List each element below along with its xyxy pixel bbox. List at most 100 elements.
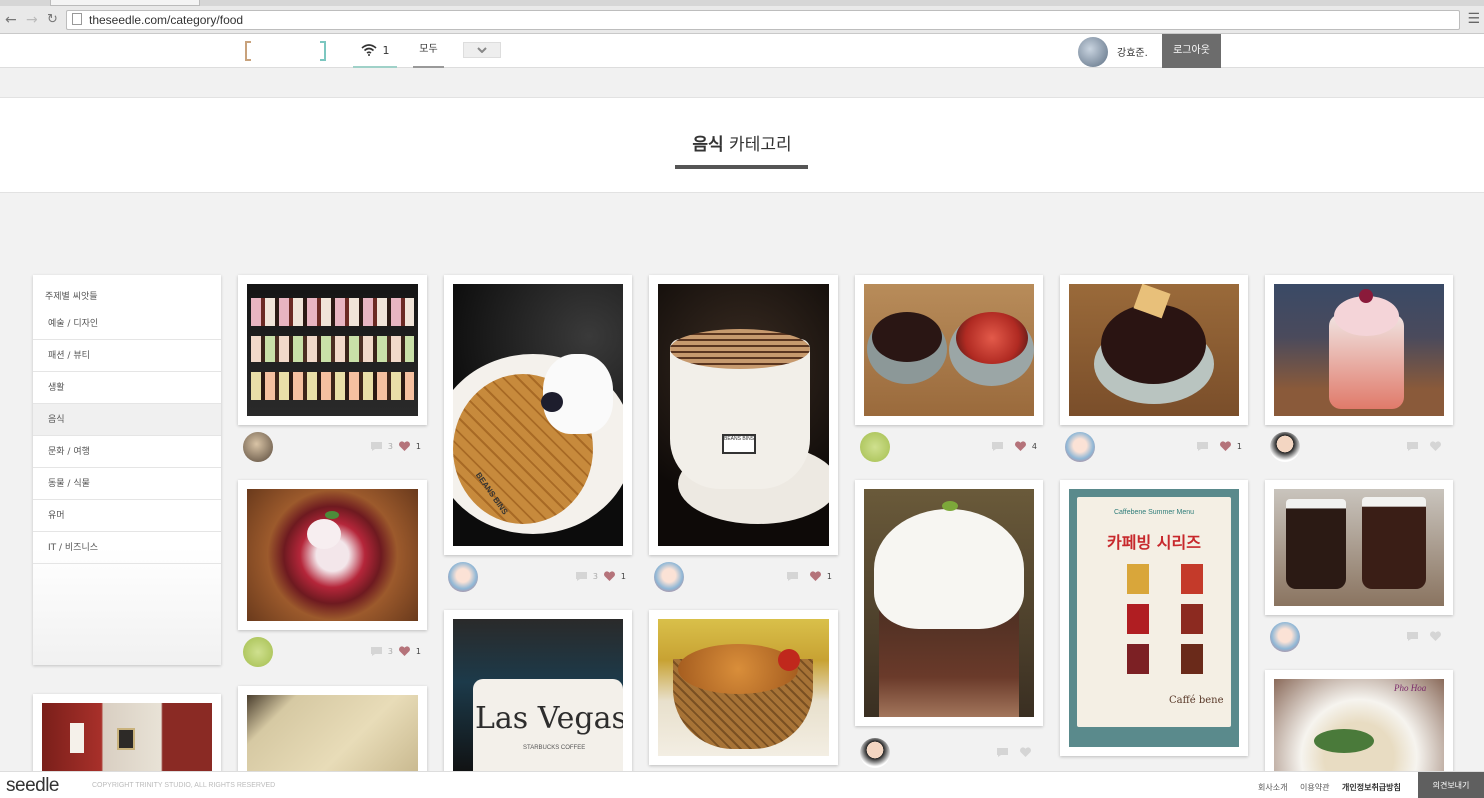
- comment-icon[interactable]: [991, 441, 1004, 452]
- feed-tab[interactable]: 1: [353, 34, 397, 68]
- logout-button[interactable]: 로그아웃: [1162, 34, 1221, 68]
- post-card[interactable]: [855, 480, 1043, 726]
- post-card[interactable]: Las Vegas STARBUCKS COFFEE: [444, 610, 632, 786]
- post-card[interactable]: BEANS BINS: [444, 275, 632, 555]
- post-stats: [1406, 441, 1447, 452]
- window-shape: [70, 723, 84, 753]
- post-card[interactable]: [855, 275, 1043, 425]
- comment-icon[interactable]: [996, 747, 1009, 758]
- heart-icon[interactable]: [1429, 631, 1442, 642]
- heart-icon[interactable]: [398, 646, 411, 657]
- post-meta: [1270, 432, 1453, 462]
- username[interactable]: 강효준.: [1117, 44, 1148, 59]
- footer-link-privacy[interactable]: 개인정보취급방침: [1342, 782, 1401, 793]
- post-photo[interactable]: Caffebene Summer Menu 카페빙 시리즈 Caffé bene: [1069, 489, 1239, 747]
- comment-icon[interactable]: [575, 571, 588, 582]
- sidebar-item-humor[interactable]: 유머: [33, 500, 221, 532]
- like-count: 1: [826, 572, 832, 581]
- comment-icon[interactable]: [370, 646, 383, 657]
- post-photo[interactable]: [247, 284, 418, 416]
- post-card[interactable]: [238, 480, 427, 630]
- sidebar-item-fashion-beauty[interactable]: 패션 / 뷰티: [33, 340, 221, 372]
- sidebar-item-food[interactable]: 음식: [33, 404, 221, 436]
- post-card[interactable]: [1265, 480, 1453, 615]
- post-photo[interactable]: [42, 703, 212, 775]
- logo-left-bracket[interactable]: [245, 41, 251, 61]
- post-photo[interactable]: [864, 489, 1034, 717]
- post-photo[interactable]: [658, 619, 829, 756]
- post-card[interactable]: [649, 610, 838, 765]
- comment-icon[interactable]: [786, 571, 799, 582]
- post-photo[interactable]: [247, 695, 418, 777]
- menu-icon[interactable]: ☰: [1467, 11, 1480, 27]
- comment-icon[interactable]: [1406, 631, 1419, 642]
- avatar[interactable]: [1065, 432, 1095, 462]
- post-meta: 1: [654, 562, 838, 592]
- sidebar-item-living[interactable]: 생활: [33, 372, 221, 404]
- post-card[interactable]: [1060, 275, 1248, 425]
- category-banner: 음식 카테고리: [0, 98, 1484, 193]
- heart-icon[interactable]: [809, 571, 822, 582]
- tab-all[interactable]: 모두: [413, 34, 444, 68]
- post-meta: 3 1: [243, 637, 427, 667]
- post-stats: 1: [786, 571, 832, 582]
- back-icon[interactable]: ←: [5, 12, 17, 28]
- post-photo[interactable]: [1069, 284, 1239, 416]
- post-photo[interactable]: [1274, 489, 1444, 606]
- post-photo[interactable]: [247, 489, 418, 621]
- feedback-button[interactable]: 의견보내기: [1418, 772, 1484, 798]
- comment-icon[interactable]: [1406, 441, 1419, 452]
- drink: [1181, 564, 1203, 594]
- avatar[interactable]: [860, 738, 890, 768]
- post-photo[interactable]: Las Vegas STARBUCKS COFFEE: [453, 619, 623, 777]
- footer-logo[interactable]: seedle: [6, 775, 60, 797]
- red-beans: [1101, 304, 1206, 384]
- heart-icon[interactable]: [1429, 441, 1442, 452]
- avatar[interactable]: [1078, 37, 1108, 67]
- sidebar-title: 주제별 씨앗들: [45, 292, 98, 302]
- heart-icon[interactable]: [1014, 441, 1027, 452]
- avatar[interactable]: [243, 637, 273, 667]
- browser-tab[interactable]: [50, 0, 200, 6]
- latte-art: [670, 329, 810, 369]
- post-card[interactable]: [238, 275, 427, 425]
- forward-icon[interactable]: →: [26, 12, 38, 28]
- comment-icon[interactable]: [370, 441, 383, 452]
- avatar[interactable]: [1270, 622, 1300, 652]
- avatar[interactable]: [1270, 432, 1300, 462]
- avatar[interactable]: [448, 562, 478, 592]
- post-photo[interactable]: [1274, 284, 1444, 416]
- avatar[interactable]: [860, 432, 890, 462]
- post-card[interactable]: Pho Hoa: [1265, 670, 1453, 786]
- avatar[interactable]: [243, 432, 273, 462]
- sidebar-item-art-design[interactable]: 예술 / 디자인: [33, 308, 221, 340]
- post-photo[interactable]: BEANS BINS: [453, 284, 623, 546]
- comment-icon[interactable]: [1196, 441, 1209, 452]
- heart-icon[interactable]: [1019, 747, 1032, 758]
- post-photo[interactable]: [864, 284, 1034, 416]
- post-card[interactable]: Caffebene Summer Menu 카페빙 시리즈 Caffé bene: [1060, 480, 1248, 756]
- address-bar[interactable]: theseedle.com/category/food: [66, 10, 1460, 30]
- post-stats: 3 1: [370, 646, 421, 657]
- logo-right-bracket[interactable]: [320, 41, 326, 61]
- category-sidebar: 주제별 씨앗들 예술 / 디자인 패션 / 뷰티 생활 음식 문화 / 여행 동…: [33, 275, 221, 665]
- filter-dropdown[interactable]: [463, 42, 501, 58]
- sidebar-item-culture-travel[interactable]: 문화 / 여행: [33, 436, 221, 468]
- iced-coffee: [1362, 497, 1426, 589]
- reload-icon[interactable]: ↻: [47, 12, 58, 27]
- heart-icon[interactable]: [398, 441, 411, 452]
- post-card[interactable]: BEANS BINS: [649, 275, 838, 555]
- post-photo[interactable]: Pho Hoa: [1274, 679, 1444, 777]
- post-stats: 4: [991, 441, 1037, 452]
- drink: [1127, 564, 1149, 594]
- post-card[interactable]: [1265, 275, 1453, 425]
- footer-link-about[interactable]: 회사소개: [1258, 782, 1287, 793]
- avatar[interactable]: [654, 562, 684, 592]
- cupcake-row: [251, 298, 414, 326]
- heart-icon[interactable]: [1219, 441, 1232, 452]
- sidebar-item-animals-plants[interactable]: 동물 / 식물: [33, 468, 221, 500]
- heart-icon[interactable]: [603, 571, 616, 582]
- post-photo[interactable]: BEANS BINS: [658, 284, 829, 546]
- footer-link-terms[interactable]: 이용약관: [1300, 782, 1329, 793]
- sidebar-item-it-business[interactable]: IT / 비즈니스: [33, 532, 221, 564]
